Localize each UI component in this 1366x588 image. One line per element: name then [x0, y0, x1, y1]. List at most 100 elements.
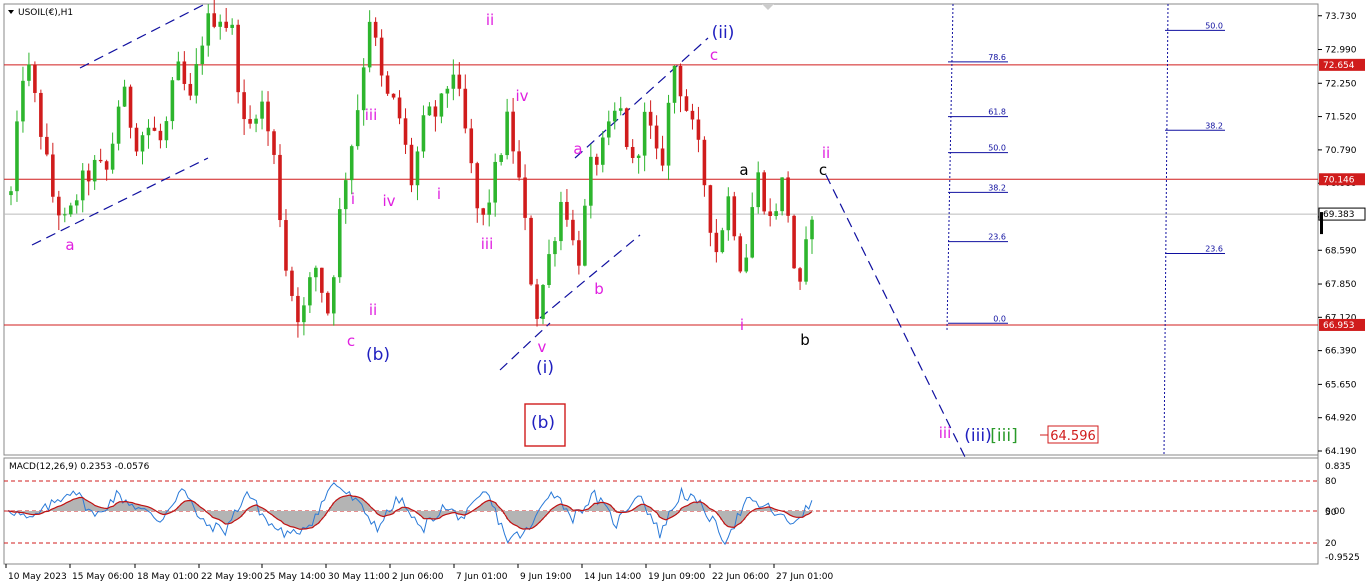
candle-body — [337, 209, 342, 278]
candle-body — [618, 108, 623, 111]
price-tick-label: 64.920 — [1325, 414, 1357, 424]
fib-level-label: 61.8 — [988, 108, 1006, 117]
wave-label: iii — [365, 106, 378, 124]
candle-body — [786, 177, 790, 216]
candle-body — [254, 118, 258, 124]
candle-body — [39, 92, 43, 137]
wave-label: c — [710, 46, 718, 64]
wave-label: b — [594, 280, 604, 298]
candle-body — [74, 200, 79, 206]
macd-tick-label: 80 — [1325, 477, 1337, 487]
fib-level-label: 38.2 — [988, 183, 1006, 192]
candle-body — [678, 65, 683, 97]
candle-body — [439, 93, 444, 117]
candle-body — [726, 196, 731, 231]
candle-body — [308, 277, 312, 306]
candle-body — [248, 119, 252, 124]
wave-label: b — [800, 331, 810, 349]
candle-body — [158, 130, 163, 141]
candle-body — [684, 96, 689, 111]
candle-body — [212, 13, 217, 27]
price-tick-label: 64.190 — [1325, 447, 1357, 457]
candle-body — [290, 270, 294, 296]
candle-body — [15, 121, 19, 192]
time-tick-label: 14 Jun 14:00 — [584, 572, 641, 582]
candle-body — [128, 86, 133, 128]
candle-body — [116, 106, 121, 144]
candle-body — [152, 127, 157, 131]
price-tick-label: 68.590 — [1325, 246, 1357, 256]
candle-body — [62, 214, 67, 216]
macd-tick-label: 50 — [1325, 508, 1337, 518]
candle-body — [529, 217, 533, 285]
candle-body — [720, 230, 725, 253]
wave-label: ii — [822, 144, 830, 162]
candle-body — [45, 136, 49, 155]
candle-body — [445, 88, 450, 94]
wave-label: v — [538, 338, 547, 356]
time-tick-label: 2 Jun 06:00 — [392, 572, 444, 582]
candle-body — [80, 170, 85, 201]
candle-body — [523, 177, 527, 218]
wave-label: (iii) — [964, 426, 991, 446]
wave-label: iv — [382, 192, 395, 210]
candle-body — [98, 159, 103, 162]
candle-body — [505, 111, 509, 156]
candle-body — [373, 21, 378, 38]
candle-body — [397, 97, 402, 119]
candle-body — [92, 159, 97, 182]
price-pane[interactable] — [3, 3, 1319, 456]
candle-body — [57, 196, 61, 216]
wave-label: iii — [939, 424, 952, 442]
candle-body — [278, 154, 282, 221]
candle-body — [648, 111, 653, 126]
candle-body — [804, 239, 808, 282]
wave-label: c — [819, 161, 827, 179]
fib-level-label: 78.6 — [988, 53, 1006, 62]
candle-body — [762, 172, 766, 212]
candle-body — [21, 80, 25, 122]
candle-body — [600, 137, 605, 165]
wave-label: a — [65, 236, 74, 254]
candle-body — [547, 254, 551, 286]
time-tick-label: 19 Jun 09:00 — [648, 572, 705, 582]
candle-body — [355, 110, 360, 147]
time-tick-label: 30 May 11:00 — [328, 572, 390, 582]
candle-body — [463, 88, 468, 129]
candle-body — [9, 191, 13, 196]
candle-body — [792, 215, 796, 269]
candle-body — [343, 180, 348, 210]
candle-body — [86, 170, 91, 182]
candle-body — [367, 21, 372, 68]
candle-body — [654, 125, 659, 149]
wave-label: a — [739, 161, 748, 179]
price-tick-label: 73.730 — [1325, 12, 1357, 22]
candle-body — [672, 65, 677, 103]
candle-body — [433, 106, 438, 117]
candle-body — [51, 154, 55, 197]
price-tick-label: 65.650 — [1325, 380, 1357, 390]
candle-body — [403, 118, 408, 145]
level-price-tag-text: 70.146 — [1323, 175, 1355, 185]
candle-body — [296, 295, 300, 323]
macd-tick-label: 20 — [1325, 539, 1337, 549]
candle-body — [230, 24, 234, 28]
candle-body — [427, 106, 432, 116]
price-tick-label: 70.790 — [1325, 146, 1357, 156]
candle-body — [666, 102, 671, 166]
macd-label: MACD(12,26,9) 0.2353 -0.0576 — [9, 462, 150, 472]
wave-label: (b) — [366, 345, 390, 365]
wave-label: (b) — [531, 413, 555, 433]
candle-body — [146, 127, 151, 136]
candle-body — [612, 110, 617, 122]
macd-tick-label: -0.9525 — [1325, 553, 1360, 563]
candle-body — [595, 156, 599, 165]
candle-body — [475, 163, 480, 209]
candle-body — [272, 131, 276, 155]
wave-label: [iii] — [990, 426, 1017, 446]
candle-body — [732, 196, 737, 237]
candle-body — [206, 13, 211, 46]
wave-label: (i) — [536, 358, 554, 378]
candle-body — [361, 67, 366, 111]
candle-body — [260, 101, 264, 119]
